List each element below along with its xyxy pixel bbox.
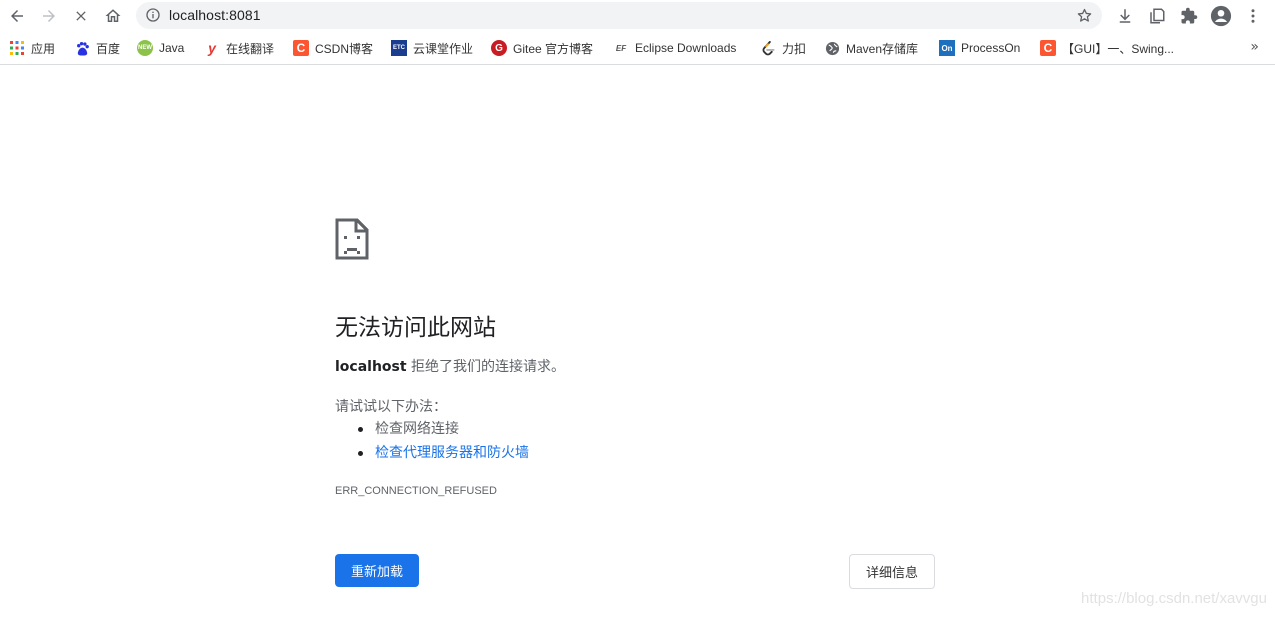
bookmark-label: ProcessOn — [961, 41, 1021, 55]
arrow-right-icon — [43, 10, 55, 22]
error-title: 无法访问此网站 — [335, 315, 496, 341]
browser-toolbar: localhost:8081 — [0, 0, 1275, 32]
bookmark-label: CSDN博客 — [315, 41, 374, 56]
gitee-icon: G — [491, 40, 507, 56]
bookmark-label: 应用 — [31, 41, 56, 56]
globe-icon — [824, 40, 840, 56]
copy-page-icon — [1150, 8, 1165, 24]
bookmark-cloud-class[interactable]: ETC 云课堂作业 — [391, 39, 473, 57]
bookmark-label: 【GUI】一、Swing... — [1062, 41, 1175, 56]
bookmark-label: 百度 — [96, 41, 121, 56]
reading-list-button[interactable] — [1145, 4, 1169, 28]
arrow-left-icon — [11, 10, 23, 22]
bookmark-swing[interactable]: C 【GUI】一、Swing... — [1040, 39, 1174, 57]
java-site-icon: NEW — [137, 40, 153, 56]
bookmark-star-icon[interactable] — [1076, 7, 1093, 28]
downloads-button[interactable] — [1113, 4, 1137, 28]
suggestions-heading: 请试试以下办法： — [335, 399, 447, 415]
csdn-icon: C — [293, 40, 309, 56]
bookmark-gitee[interactable]: G Gitee 官方博客 — [491, 39, 593, 57]
processon-icon: On — [939, 40, 955, 56]
check-proxy-link[interactable]: 检查代理服务器和防火墙 — [375, 445, 529, 461]
chevron-double-right-icon[interactable]: » — [1250, 39, 1259, 55]
bookmark-java[interactable]: NEW Java — [137, 39, 184, 57]
download-icon — [1119, 9, 1131, 23]
bookmark-label: 力扣 — [782, 41, 807, 56]
bookmarks-bar: 应用 百度 NEW Java y 在线翻译 C CSDN博客 ETC 云课堂作业… — [0, 32, 1275, 65]
bookmark-leetcode[interactable]: 力扣 — [760, 39, 806, 57]
baidu-paw-icon — [74, 40, 90, 56]
bookmark-maven[interactable]: Maven存储库 — [824, 39, 918, 57]
account-circle-icon — [1210, 5, 1232, 27]
bookmark-translate[interactable]: y 在线翻译 — [204, 39, 274, 57]
forward-button[interactable] — [37, 4, 61, 28]
bookmark-label: Gitee 官方博客 — [513, 41, 594, 56]
puzzle-icon — [1181, 7, 1198, 24]
error-code: ERR_CONNECTION_REFUSED — [335, 485, 497, 497]
csdn-icon: C — [1040, 40, 1056, 56]
url-text[interactable]: localhost:8081 — [169, 7, 261, 23]
eclipse-icon: EF — [615, 43, 627, 53]
bookmark-label: 在线翻译 — [226, 41, 275, 56]
bookmark-processon[interactable]: On ProcessOn — [939, 39, 1020, 57]
etc-icon: ETC — [391, 40, 407, 56]
bookmark-label: Maven存储库 — [846, 41, 919, 56]
watermark: https://blog.csdn.net/xavvgu — [1081, 590, 1267, 607]
bookmark-csdn[interactable]: C CSDN博客 — [293, 39, 373, 57]
more-vert-icon — [1251, 9, 1255, 23]
extensions-button[interactable] — [1177, 4, 1201, 28]
bookmark-baidu[interactable]: 百度 — [74, 39, 120, 57]
bookmark-label: Java — [159, 41, 185, 55]
bookmark-label: Eclipse Downloads — [635, 41, 737, 55]
back-button[interactable] — [5, 4, 29, 28]
bookmark-eclipse[interactable]: EF Eclipse Downloads — [613, 39, 737, 57]
bookmark-label: 云课堂作业 — [413, 41, 474, 56]
leetcode-icon — [760, 40, 776, 56]
close-icon — [76, 11, 86, 21]
details-button[interactable]: 详细信息 — [849, 554, 935, 589]
reload-button[interactable]: 重新加载 — [335, 554, 419, 587]
error-message: localhost 拒绝了我们的连接请求。 — [335, 356, 565, 376]
home-icon — [105, 9, 121, 22]
menu-button[interactable] — [1241, 4, 1265, 28]
error-message-text: 拒绝了我们的连接请求。 — [406, 359, 566, 375]
profile-button[interactable] — [1209, 4, 1233, 28]
apps-grid-icon — [9, 40, 25, 56]
suggestion-check-network: 检查网络连接 — [358, 419, 529, 443]
suggestions-list: 检查网络连接 检查代理服务器和防火墙 — [358, 419, 529, 467]
info-icon[interactable] — [145, 7, 161, 27]
bookmark-apps[interactable]: 应用 — [9, 39, 55, 57]
suggestion-check-proxy: 检查代理服务器和防火墙 — [358, 443, 529, 467]
stop-loading-button[interactable] — [69, 4, 93, 28]
address-bar[interactable]: localhost:8081 — [136, 2, 1102, 29]
home-button[interactable] — [101, 4, 125, 28]
error-host: localhost — [335, 359, 407, 375]
broken-page-icon — [335, 218, 369, 264]
youdao-icon: y — [208, 40, 216, 56]
